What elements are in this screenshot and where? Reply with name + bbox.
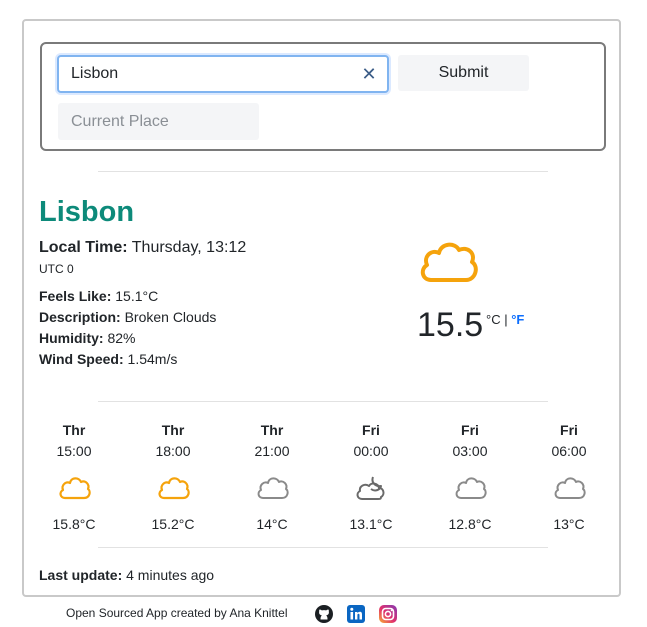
unit-toggle: °C | °F bbox=[486, 312, 524, 327]
forecast-item: Fri 03:00 12.8°C bbox=[430, 420, 510, 534]
local-time: Local Time: Thursday, 13:12 bbox=[39, 239, 246, 257]
forecast-time: 21:00 bbox=[254, 443, 290, 459]
humidity-label: Humidity: bbox=[39, 330, 104, 346]
city-title: Lisbon bbox=[39, 196, 135, 228]
cloud-icon bbox=[257, 477, 289, 499]
feels-like-label: Feels Like: bbox=[39, 288, 112, 304]
divider bbox=[98, 547, 548, 548]
forecast-day: Fri bbox=[461, 422, 479, 438]
description-label: Description: bbox=[39, 309, 121, 325]
forecast-day: Thr bbox=[260, 422, 284, 438]
cloud-icon bbox=[554, 477, 586, 499]
forecast-temp: 12.8°C bbox=[448, 516, 492, 532]
forecast-temp: 15.2°C bbox=[151, 516, 195, 532]
feels-like-value: 15.1°C bbox=[115, 288, 159, 304]
last-update: Last update: 4 minutes ago bbox=[39, 567, 214, 583]
forecast-time: 00:00 bbox=[353, 443, 389, 459]
forecast-item: Thr 15:00 15.8°C bbox=[34, 420, 114, 534]
city-search-input[interactable] bbox=[57, 55, 389, 93]
humidity: Humidity: 82% bbox=[39, 330, 135, 346]
forecast-day: Thr bbox=[161, 422, 185, 438]
weather-card: ✕ Submit Current Place Lisbon Local Time… bbox=[22, 19, 621, 597]
forecast-item: Fri 00:00 13.1°C bbox=[331, 420, 411, 534]
footer-credit: Open Sourced App created by Ana Knittel bbox=[66, 606, 288, 620]
forecast-temp: 14°C bbox=[256, 516, 288, 532]
linkedin-icon[interactable] bbox=[346, 604, 366, 624]
local-time-label: Local Time: bbox=[39, 239, 128, 256]
current-place-button[interactable]: Current Place bbox=[58, 103, 259, 140]
cloud-icon bbox=[158, 477, 190, 500]
last-update-label: Last update: bbox=[39, 567, 123, 583]
forecast-item: Fri 06:00 13°C bbox=[529, 420, 609, 534]
submit-button[interactable]: Submit bbox=[398, 55, 529, 91]
unit-fahrenheit-link[interactable]: °F bbox=[511, 312, 524, 327]
moon-cloud-icon bbox=[356, 476, 385, 500]
wind-speed: Wind Speed: 1.54m/s bbox=[39, 351, 177, 367]
forecast-time: 03:00 bbox=[452, 443, 488, 459]
cloud-icon bbox=[420, 242, 478, 282]
current-temperature: 15.5 bbox=[417, 306, 484, 344]
forecast-day: Fri bbox=[560, 422, 578, 438]
search-form: ✕ Submit Current Place bbox=[40, 42, 606, 151]
cloud-icon bbox=[59, 477, 91, 500]
divider bbox=[98, 171, 548, 172]
forecast-temp: 15.8°C bbox=[52, 516, 96, 532]
wind-value: 1.54m/s bbox=[127, 351, 178, 367]
forecast-time: 06:00 bbox=[551, 443, 587, 459]
forecast-item: Thr 21:00 14°C bbox=[232, 420, 312, 534]
unit-separator: | bbox=[504, 312, 508, 327]
wind-label: Wind Speed: bbox=[39, 351, 124, 367]
instagram-icon[interactable] bbox=[378, 604, 398, 624]
forecast-time: 15:00 bbox=[56, 443, 92, 459]
forecast-temp: 13.1°C bbox=[349, 516, 393, 532]
forecast-temp: 13°C bbox=[553, 516, 585, 532]
description-value: Broken Clouds bbox=[124, 309, 217, 325]
github-icon[interactable] bbox=[314, 604, 334, 624]
humidity-value: 82% bbox=[107, 330, 136, 346]
forecast-item: Thr 18:00 15.2°C bbox=[133, 420, 213, 534]
unit-celsius[interactable]: °C bbox=[486, 312, 501, 327]
forecast-day: Thr bbox=[62, 422, 86, 438]
cloud-icon bbox=[455, 477, 487, 499]
utc-offset: UTC 0 bbox=[39, 262, 74, 276]
description: Description: Broken Clouds bbox=[39, 309, 216, 325]
last-update-value: 4 minutes ago bbox=[126, 567, 215, 583]
clear-input-icon[interactable]: ✕ bbox=[360, 65, 378, 83]
divider bbox=[98, 401, 548, 402]
local-time-value: Thursday, 13:12 bbox=[131, 239, 247, 256]
forecast-time: 18:00 bbox=[155, 443, 191, 459]
feels-like: Feels Like: 15.1°C bbox=[39, 288, 158, 304]
forecast-day: Fri bbox=[362, 422, 380, 438]
